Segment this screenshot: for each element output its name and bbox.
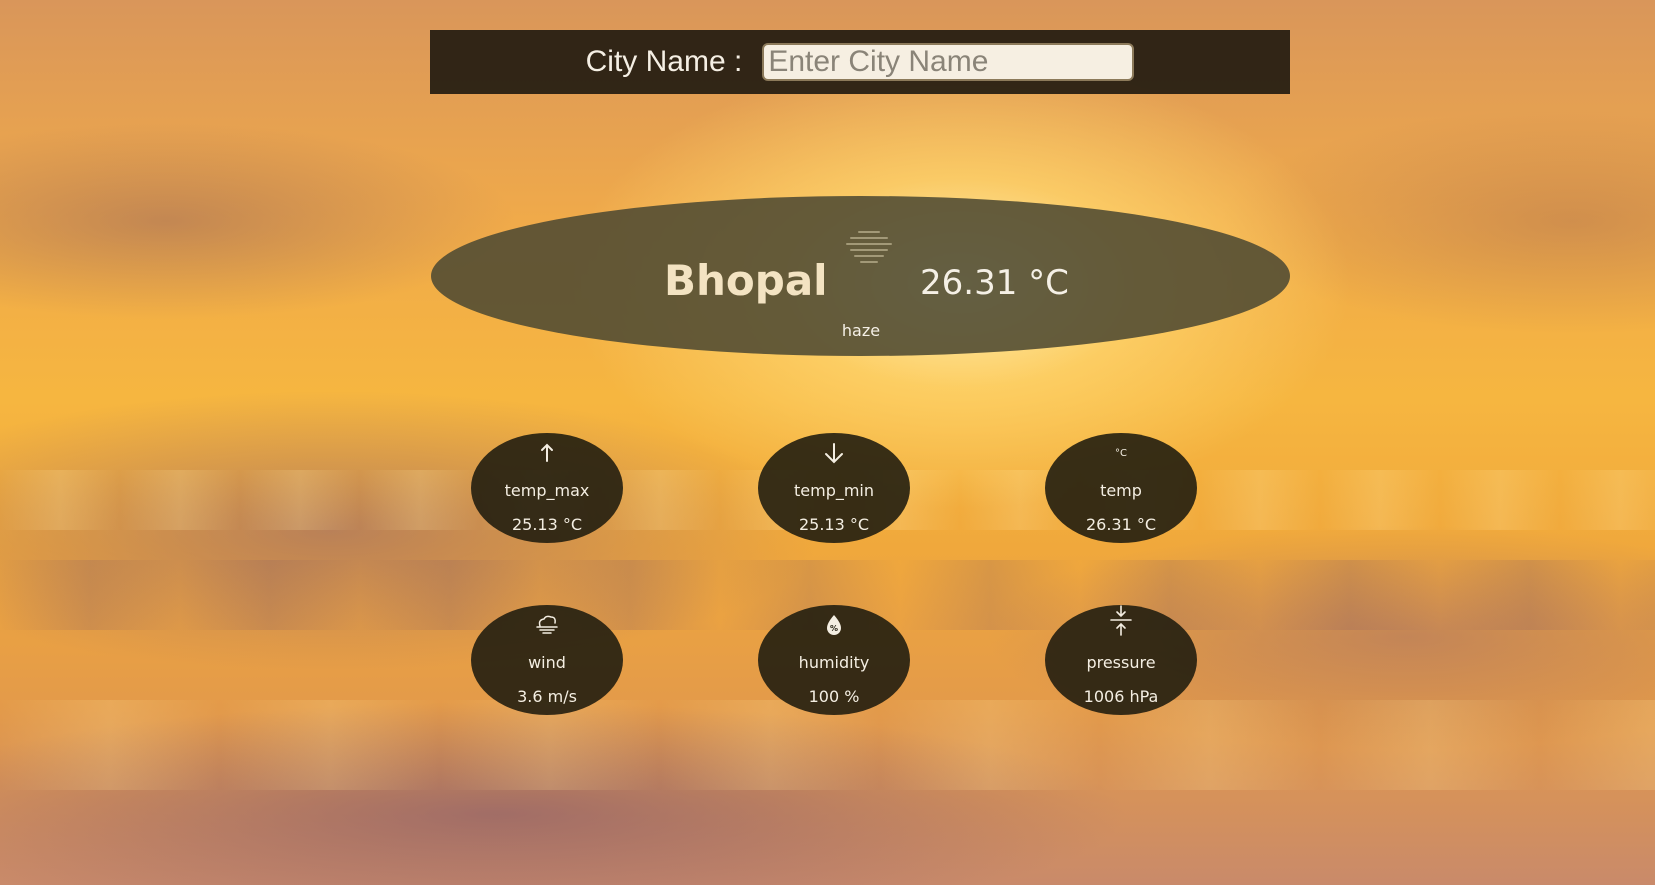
city-name-input[interactable] bbox=[762, 43, 1135, 81]
stat-temp-max: temp_max 25.13 °C bbox=[471, 433, 623, 543]
stat-label: temp_max bbox=[504, 481, 590, 500]
arrow-down-icon bbox=[758, 441, 910, 465]
haze-icon bbox=[846, 231, 892, 263]
stat-value: 100 % bbox=[808, 687, 860, 706]
stat-temp-min: temp_min 25.13 °C bbox=[758, 433, 910, 543]
wind-cloud-icon bbox=[471, 613, 623, 637]
arrow-up-icon bbox=[471, 441, 623, 465]
stat-label: wind bbox=[528, 653, 566, 672]
stat-wind: wind 3.6 m/s bbox=[471, 605, 623, 715]
stat-pressure: pressure 1006 hPa bbox=[1045, 605, 1197, 715]
stat-value: 26.31 °C bbox=[1085, 515, 1157, 534]
humidity-drop-icon: % bbox=[758, 613, 910, 637]
city-name: Bhopal bbox=[664, 256, 828, 305]
pressure-icon bbox=[1045, 605, 1197, 637]
celsius-icon-text: °C bbox=[1115, 447, 1127, 459]
stat-value: 25.13 °C bbox=[511, 515, 583, 534]
stat-label: humidity bbox=[798, 653, 870, 672]
stat-label: temp_min bbox=[793, 481, 875, 500]
current-temperature: 26.31 °C bbox=[920, 263, 1069, 303]
svg-text:%: % bbox=[830, 624, 838, 633]
stat-value: 1006 hPa bbox=[1083, 687, 1159, 706]
stat-value: 25.13 °C bbox=[798, 515, 870, 534]
weather-condition: haze bbox=[841, 321, 881, 340]
stat-value: 3.6 m/s bbox=[517, 687, 577, 706]
city-search-bar: City Name : bbox=[430, 30, 1290, 94]
stat-humidity: % humidity 100 % bbox=[758, 605, 910, 715]
stat-label: pressure bbox=[1086, 653, 1156, 672]
stat-label: temp bbox=[1100, 481, 1142, 500]
stat-temp: °C temp 26.31 °C bbox=[1045, 433, 1197, 543]
celsius-icon: °C bbox=[1045, 441, 1197, 465]
city-name-label: City Name : bbox=[585, 45, 743, 78]
